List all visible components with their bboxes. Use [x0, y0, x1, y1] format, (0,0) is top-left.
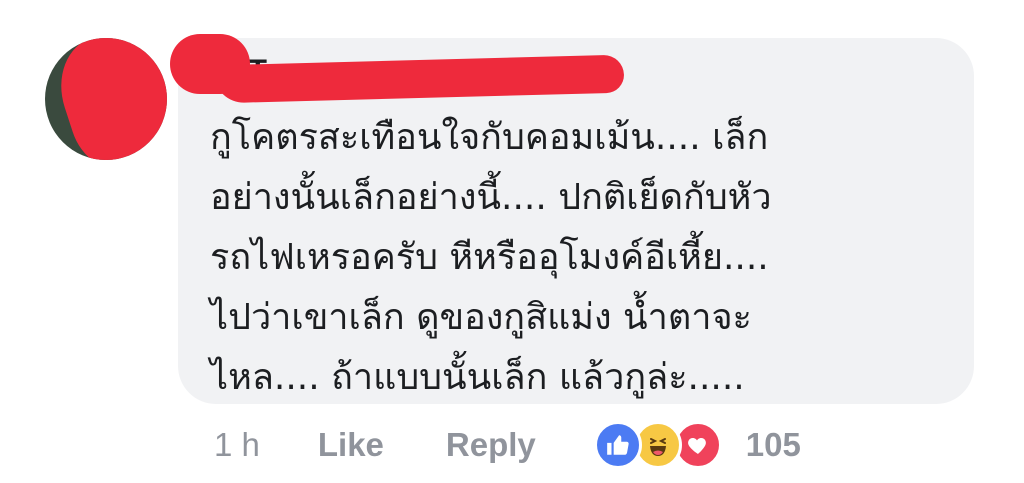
reactions-summary[interactable] — [593, 421, 722, 469]
comment-text: กูโคตรสะเทือนใจกับคอมเม้น.... เล็ก อย่าง… — [210, 108, 960, 408]
comment-line: กูโคตรสะเทือนใจกับคอมเม้น.... เล็ก — [210, 117, 769, 158]
comment-line: ไหล.... ถ้าแบบนั้นเล็ก แล้วกูล่ะ..... — [210, 357, 745, 398]
comment-line: ไปว่าเขาเล็ก ดูของกูสิแม่ง น้ำตาจะ — [210, 297, 752, 338]
comment-line: อย่างนั้นเล็กอย่างนี้.... ปกติเย็ดกับหัว — [210, 177, 772, 218]
like-button[interactable]: Like — [318, 426, 384, 464]
reaction-count[interactable]: 105 — [746, 426, 801, 464]
avatar[interactable] — [45, 38, 167, 160]
avatar-redaction — [46, 38, 167, 160]
comment-line: รถไฟเหรอครับ หีหรืออุโมงค์อีเหี้ย.... — [210, 237, 769, 278]
reply-button[interactable]: Reply — [446, 426, 536, 464]
timestamp[interactable]: 1 h — [214, 426, 260, 464]
name-redaction-left — [170, 34, 250, 94]
comment-actions: 1 h Like Reply 105 — [214, 420, 801, 470]
like-icon — [593, 421, 642, 469]
comment-thread: TTT กูโคตรสะเทือนใจกับคอมเม้น.... เล็ก อ… — [0, 0, 1024, 483]
